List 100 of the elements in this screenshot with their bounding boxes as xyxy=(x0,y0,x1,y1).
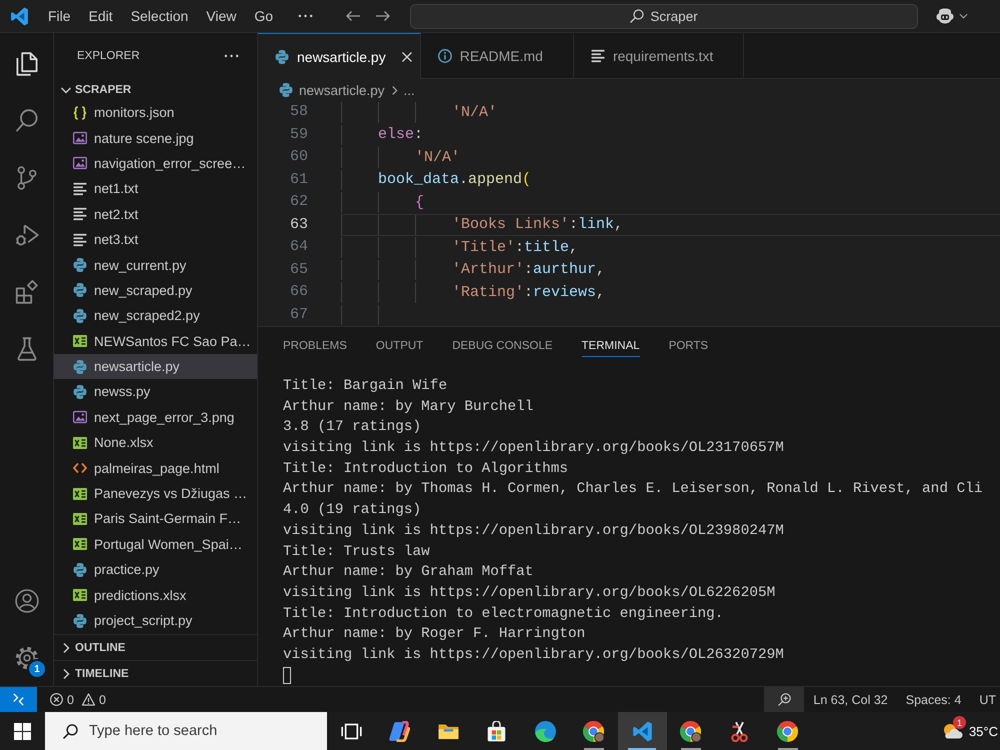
explorer-entry[interactable]: NEWSantos FC Sao Pa… xyxy=(54,328,257,354)
panel-tab[interactable]: DEBUG CONSOLE xyxy=(452,336,553,357)
line-number: 62 xyxy=(288,192,308,212)
code-line: 'N/A' xyxy=(415,148,460,166)
code-line: 'Rating':reviews, xyxy=(452,284,606,301)
terminal-cursor xyxy=(283,667,291,684)
editor-tab[interactable]: README.md xyxy=(420,33,574,78)
explorer-entry[interactable]: palmeiras_page.html xyxy=(54,455,257,481)
files-icon xyxy=(14,52,38,76)
explorer-entry[interactable]: net3.txt xyxy=(54,226,257,252)
spreadsheet-icon xyxy=(73,334,87,348)
warning-icon xyxy=(82,693,95,706)
spreadsheet-icon xyxy=(73,588,87,602)
python-logo-icon xyxy=(73,384,87,399)
image-icon xyxy=(73,410,87,424)
explorer-entry[interactable]: net2.txt xyxy=(54,202,257,227)
menu-item[interactable]: Edit xyxy=(80,4,122,28)
cursor-position[interactable]: Ln 63, Col 32 xyxy=(804,692,897,706)
arrow-left-icon[interactable] xyxy=(346,11,360,21)
chevron-icon xyxy=(390,84,398,96)
image-icon xyxy=(73,131,87,146)
python-logo-icon xyxy=(73,308,87,323)
explorer-entry[interactable]: predictions.xlsx xyxy=(54,582,257,608)
encoding-status[interactable]: UT xyxy=(970,692,1000,706)
robot-face-icon[interactable] xyxy=(936,8,954,24)
explorer-entry[interactable]: project_script.py xyxy=(54,608,257,634)
zoom-button[interactable] xyxy=(764,687,804,712)
remote-icon xyxy=(12,693,25,706)
explorer-entry[interactable]: monitors.json xyxy=(54,100,257,126)
line-number: 61 xyxy=(288,170,308,190)
explorer-entry[interactable]: next_page_error_3.png xyxy=(54,404,257,430)
zoom-in-icon xyxy=(778,693,791,706)
panel-tab[interactable]: OUTPUT xyxy=(376,336,424,357)
temperature-text[interactable]: 35°C xyxy=(968,724,998,738)
notification-badge: 1 xyxy=(952,716,966,729)
breadcrumb-item[interactable]: ... xyxy=(404,82,415,98)
explorer-entry[interactable]: new_scraped2.py xyxy=(54,303,257,329)
terminal-line: Arthur name: by Mary Burchell xyxy=(283,398,534,417)
problems-status[interactable]: 0 0 xyxy=(45,692,115,706)
spreadsheet-icon xyxy=(73,486,87,501)
python-logo-icon xyxy=(275,50,289,64)
line-number: 58 xyxy=(288,102,308,122)
caret-icon[interactable] xyxy=(959,13,968,19)
text-lines-icon xyxy=(73,207,87,222)
folder-header[interactable]: SCRAPER xyxy=(54,79,257,100)
search-icon xyxy=(630,9,644,23)
explorer-entry[interactable]: Panevezys vs Džiugas … xyxy=(54,480,257,506)
account-icon xyxy=(14,588,38,612)
text-lines-icon xyxy=(590,49,605,63)
search-icon xyxy=(63,724,78,738)
menu-item[interactable]: View xyxy=(197,4,246,28)
menu-item[interactable]: File xyxy=(39,4,80,28)
python-logo-icon xyxy=(73,258,87,272)
terminal-line: Title: Bargain Wife xyxy=(283,377,448,396)
blocks-icon xyxy=(14,280,38,304)
explorer-entry[interactable]: net1.txt xyxy=(54,176,257,202)
line-number: 67 xyxy=(288,304,308,324)
panel-tab[interactable]: PROBLEMS xyxy=(283,336,347,357)
editor-tab[interactable]: newsarticle.py xyxy=(258,33,421,79)
menu-item[interactable]: Selection xyxy=(122,4,198,28)
menu-item[interactable]: Go xyxy=(245,4,282,28)
explorer-entry[interactable]: new_scraped.py xyxy=(54,278,257,304)
panel-tab[interactable]: PORTS xyxy=(668,336,708,357)
scissors-icon xyxy=(728,720,750,742)
taskbar-search-field[interactable]: Type here to search xyxy=(45,712,327,750)
panel-tab[interactable]: TERMINAL xyxy=(582,336,640,357)
terminal-line: visiting link is https://openlibrary.org/books/OL23170657M xyxy=(283,439,784,458)
explorer-entry[interactable]: new_current.py xyxy=(54,252,257,278)
terminal-line: Arthur name: by Roger F. Harrington xyxy=(283,625,586,644)
explorer-entry[interactable]: nature scene.jpg xyxy=(54,125,257,151)
explorer-entry[interactable]: newsarticle.py xyxy=(54,354,257,380)
explorer-entry[interactable]: None.xlsx xyxy=(54,430,257,456)
more-icon[interactable] xyxy=(224,54,239,58)
code-line: else: xyxy=(378,126,424,144)
editor-tab[interactable]: requirements.txt xyxy=(574,33,744,78)
section-header[interactable]: OUTLINE xyxy=(54,634,257,660)
more-icon[interactable] xyxy=(298,14,313,18)
logo-icon xyxy=(10,6,29,26)
explorer-entry[interactable]: Paris Saint-Germain F… xyxy=(54,506,257,532)
explorer-entry[interactable]: practice.py xyxy=(54,557,257,582)
error-icon xyxy=(50,693,63,706)
wave-logo-icon xyxy=(534,720,556,742)
terminal-line: 3.8 (17 ratings) xyxy=(283,418,422,438)
close-icon[interactable] xyxy=(402,52,412,62)
braces-icon xyxy=(73,106,87,120)
bug-play-icon xyxy=(14,222,38,246)
indentation-status[interactable]: Spaces: 4 xyxy=(896,692,970,706)
shopping-bag-icon xyxy=(486,720,508,742)
command-center[interactable]: Scraper xyxy=(410,4,918,28)
arrow-right-icon[interactable] xyxy=(376,11,390,21)
code-line: 'Arthur':aurthur, xyxy=(452,261,606,278)
remote-button[interactable] xyxy=(0,687,37,712)
explorer-entry[interactable]: newss.py xyxy=(54,379,257,405)
activity-button[interactable]: 1 xyxy=(0,629,53,686)
line-number: 66 xyxy=(288,282,308,302)
explorer-entry[interactable]: Portugal Women_Spai… xyxy=(54,532,257,558)
breadcrumb-item[interactable]: newsarticle.py xyxy=(299,82,385,98)
explorer-entry[interactable]: navigation_error_scree… xyxy=(54,150,257,176)
line-number: 59 xyxy=(288,124,308,144)
image-icon xyxy=(73,156,87,170)
